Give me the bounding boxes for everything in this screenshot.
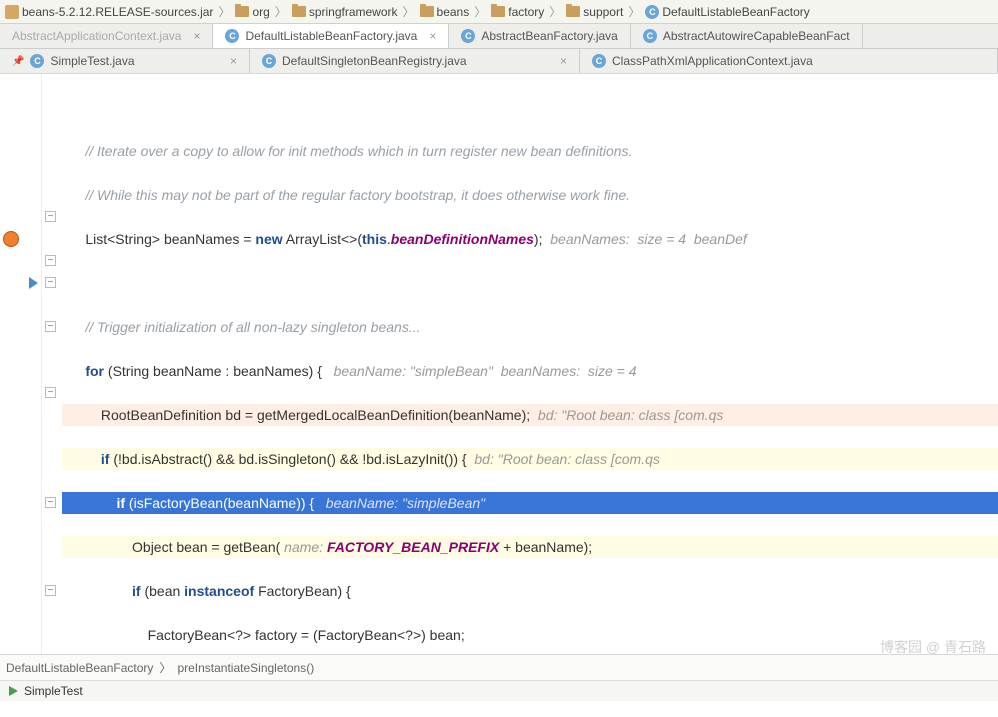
tab-abstract-autowire-capable[interactable]: CAbstractAutowireCapableBeanFact xyxy=(631,24,863,48)
chevron-right-icon: 〉 xyxy=(218,3,230,20)
breadcrumb-item[interactable]: CDefaultListableBeanFactory xyxy=(645,5,809,19)
breadcrumb-class[interactable]: DefaultListableBeanFactory xyxy=(6,661,153,675)
tab-abstract-application-context[interactable]: AbstractApplicationContext.java× xyxy=(0,24,213,48)
folder-icon xyxy=(235,6,249,17)
pin-icon: 📌 xyxy=(12,56,24,67)
run-config-label[interactable]: SimpleTest xyxy=(24,684,83,698)
chevron-right-icon: 〉 xyxy=(549,3,561,20)
breakpoint-icon[interactable] xyxy=(4,228,40,250)
folder-icon xyxy=(566,6,580,17)
fold-toggle-icon[interactable]: − xyxy=(45,387,56,398)
editor-tabs-row2: 📌CSimpleTest.java× CDefaultSingletonBean… xyxy=(0,49,998,74)
tab-abstract-bean-factory[interactable]: CAbstractBeanFactory.java xyxy=(449,24,631,48)
class-icon: C xyxy=(645,5,659,19)
class-icon: C xyxy=(643,29,657,43)
execution-pointer-icon xyxy=(4,272,40,294)
breadcrumb-item[interactable]: factory xyxy=(491,5,544,19)
run-config-icon[interactable] xyxy=(6,684,20,698)
fold-toggle-icon[interactable]: − xyxy=(45,277,56,288)
structure-breadcrumb: DefaultListableBeanFactory 〉 preInstanti… xyxy=(0,654,998,680)
chevron-right-icon: 〉 xyxy=(628,3,640,20)
close-icon[interactable]: × xyxy=(230,54,237,68)
class-icon: C xyxy=(225,29,239,43)
jar-icon xyxy=(5,5,19,19)
class-icon: C xyxy=(30,54,44,68)
chevron-right-icon: 〉 xyxy=(275,3,287,20)
code-editor[interactable]: − − − − − − − // Iterate over a copy to … xyxy=(0,74,998,654)
watermark: 博客园 @ 青石路 xyxy=(880,637,986,657)
folder-icon xyxy=(420,6,434,17)
fold-toggle-icon[interactable]: − xyxy=(45,211,56,222)
fold-toggle-icon[interactable]: − xyxy=(45,321,56,332)
fold-toggle-icon[interactable]: − xyxy=(45,255,56,266)
code-area[interactable]: // Iterate over a copy to allow for init… xyxy=(58,74,998,654)
breadcrumb-item[interactable]: beans xyxy=(420,5,470,19)
breadcrumb-item[interactable]: beans-5.2.12.RELEASE-sources.jar xyxy=(5,5,213,19)
breadcrumb-item[interactable]: support xyxy=(566,5,623,19)
close-icon[interactable]: × xyxy=(560,54,567,68)
chevron-right-icon: 〉 xyxy=(159,659,171,676)
chevron-right-icon: 〉 xyxy=(403,3,415,20)
folder-icon xyxy=(292,6,306,17)
class-icon: C xyxy=(592,54,606,68)
editor-tabs-row1: AbstractApplicationContext.java× CDefaul… xyxy=(0,24,998,49)
chevron-right-icon: 〉 xyxy=(474,3,486,20)
fold-gutter: − − − − − − − xyxy=(42,74,58,654)
tab-default-singleton-bean-registry[interactable]: CDefaultSingletonBeanRegistry.java× xyxy=(250,49,580,73)
fold-toggle-icon[interactable]: − xyxy=(45,497,56,508)
class-icon: C xyxy=(461,29,475,43)
fold-toggle-icon[interactable]: − xyxy=(45,585,56,596)
breadcrumb-method[interactable]: preInstantiateSingletons() xyxy=(177,661,314,675)
tab-simple-test[interactable]: 📌CSimpleTest.java× xyxy=(0,49,250,73)
breadcrumb-item[interactable]: springframework xyxy=(292,5,398,19)
close-icon[interactable]: × xyxy=(429,29,436,43)
tab-default-listable-bean-factory[interactable]: CDefaultListableBeanFactory.java× xyxy=(213,24,449,48)
class-icon: C xyxy=(262,54,276,68)
tab-classpath-xml-app-context[interactable]: CClassPathXmlApplicationContext.java xyxy=(580,49,998,73)
breadcrumb-item[interactable]: org xyxy=(235,5,269,19)
status-bar: SimpleTest xyxy=(0,680,998,701)
breadcrumb-bar: beans-5.2.12.RELEASE-sources.jar 〉 org 〉 s… xyxy=(0,0,998,24)
editor-gutter xyxy=(0,74,42,654)
folder-icon xyxy=(491,6,505,17)
close-icon[interactable]: × xyxy=(193,29,200,43)
